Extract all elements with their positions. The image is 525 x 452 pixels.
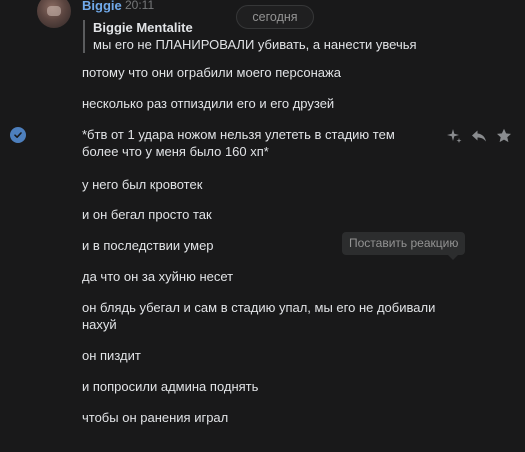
reply-text: мы его не ПЛАНИРОВАЛИ убивать, а нанести… <box>93 37 417 52</box>
sparkle-icon[interactable] <box>444 127 464 145</box>
check-circle-icon[interactable] <box>10 127 26 143</box>
star-icon[interactable] <box>494 127 514 145</box>
reply-quote[interactable]: Biggie Mentalite мы его не ПЛАНИРОВАЛИ у… <box>83 20 417 53</box>
message-time[interactable]: 20:11 <box>125 0 154 12</box>
message-text: несколько раз отпиздили его и его друзей <box>82 96 335 111</box>
sender-avatar[interactable] <box>37 0 71 28</box>
reply-arrow-icon[interactable] <box>469 127 489 145</box>
message-text: и он бегал просто так <box>82 207 212 222</box>
message-text: и попросили админа поднять <box>82 379 259 394</box>
message-text: он блядь убегал и сам в стадию упал, мы … <box>82 300 436 332</box>
reaction-tooltip: Поставить реакцию <box>342 232 466 260</box>
message-text: у него был кровотек <box>82 177 203 192</box>
message-text: *бтв от 1 удара ножом нельзя улететь в с… <box>82 127 395 159</box>
message-text: он пиздит <box>82 348 141 363</box>
sender-name[interactable]: Biggie <box>82 0 122 13</box>
message-text: да что он за хуйню несет <box>82 269 234 284</box>
message-text: чтобы он ранения играл <box>82 410 229 425</box>
message-actions <box>444 127 514 145</box>
reply-author: Biggie Mentalite <box>93 20 193 35</box>
message-text: потому что они ограбили моего персонажа <box>82 65 341 80</box>
